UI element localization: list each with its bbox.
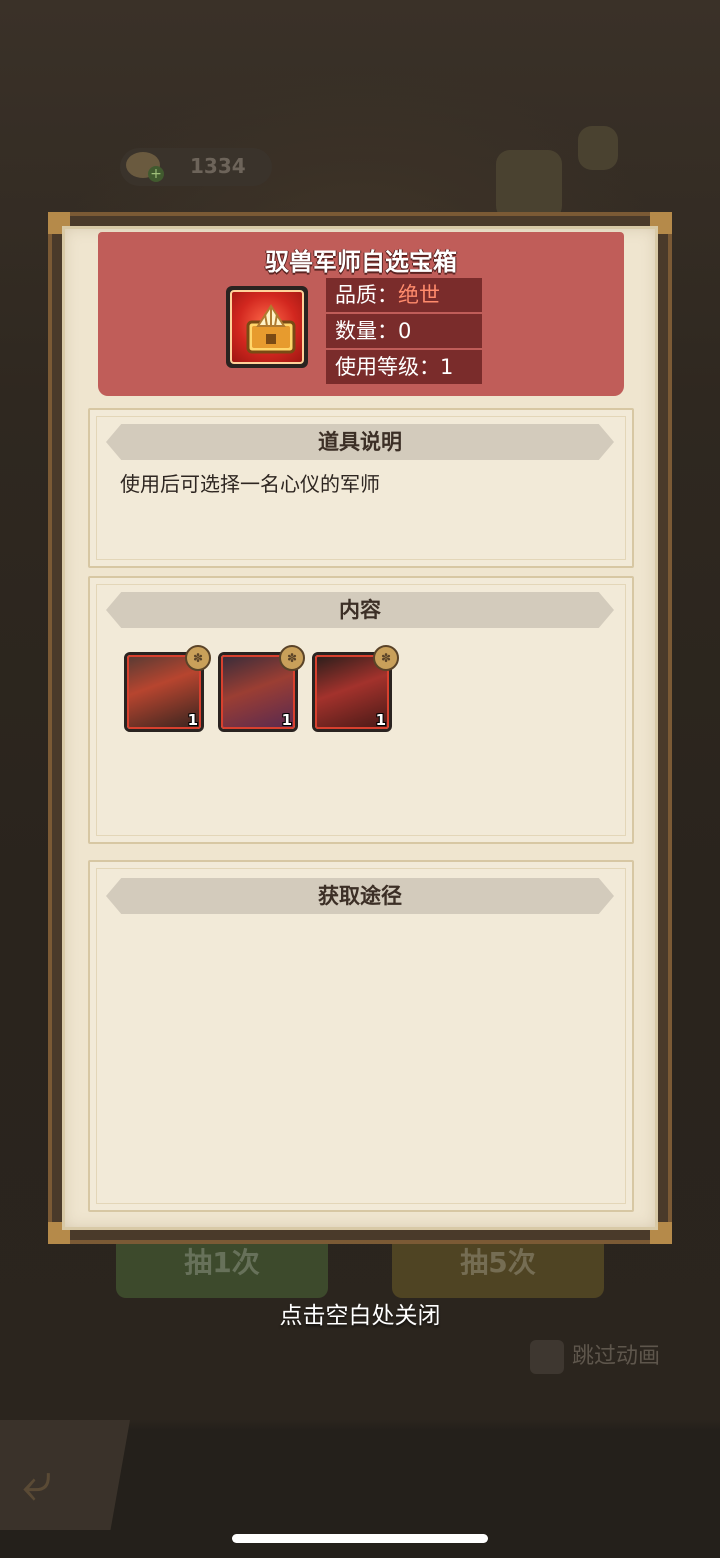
back-arrow-icon: ⤶: [22, 1450, 53, 1513]
hero-card-3[interactable]: ✽ 1: [312, 645, 399, 732]
description-text: 使用后可选择一名心仪的军师: [120, 472, 380, 496]
source-title: 获取途径: [106, 878, 614, 914]
use-level-row: 使用等级：1: [326, 350, 482, 384]
add-currency-icon: +: [148, 166, 164, 182]
description-title: 道具说明: [106, 424, 614, 460]
skip-animation-label: 跳过动画: [572, 1344, 661, 1369]
hero-badge-icon: ✽: [279, 645, 305, 671]
skip-animation-toggle: 跳过动画: [530, 1338, 660, 1374]
quality-label: 品质：: [335, 283, 398, 307]
hero-badge-icon: ✽: [185, 645, 211, 671]
home-indicator[interactable]: [232, 1534, 488, 1543]
hero-card-1[interactable]: ✽ 1: [124, 645, 211, 732]
treasure-chest-icon: [226, 286, 308, 368]
hero-card-2[interactable]: ✽ 1: [218, 645, 305, 732]
background-jar: [578, 126, 618, 170]
hero-count: 1: [187, 711, 198, 729]
back-button: ⤶: [0, 1420, 130, 1530]
hero-badge-icon: ✽: [373, 645, 399, 671]
item-name: 驭兽军师自选宝箱: [265, 248, 457, 276]
currency-display: + 1334: [120, 148, 272, 186]
checkbox-icon: [530, 1340, 564, 1374]
currency-amount: 1334: [190, 154, 246, 178]
close-hint[interactable]: 点击空白处关闭: [0, 1296, 720, 1330]
quality-value: 绝世: [398, 283, 440, 307]
background-jar: [496, 150, 562, 220]
quality-row: 品质：绝世: [326, 278, 482, 312]
hero-count: 1: [281, 711, 292, 729]
hero-count: 1: [375, 711, 386, 729]
quantity-row: 数量：0: [326, 314, 482, 348]
contents-title: 内容: [106, 592, 614, 628]
